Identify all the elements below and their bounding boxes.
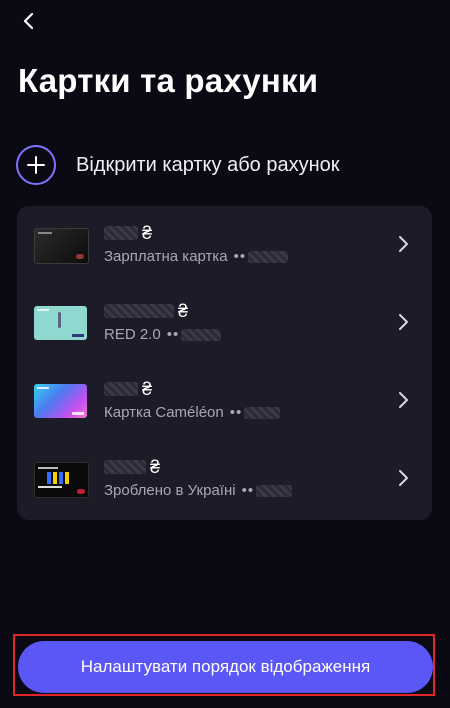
- currency-symbol: ₴: [150, 456, 161, 477]
- open-card-or-account-button[interactable]: Відкрити картку або рахунок: [16, 145, 340, 185]
- page-title: Картки та рахунки: [18, 62, 319, 99]
- currency-symbol: ₴: [142, 378, 153, 399]
- chevron-right-icon: [399, 236, 408, 252]
- currency-symbol: ₴: [142, 222, 153, 243]
- back-button[interactable]: [14, 6, 44, 36]
- card-name: Зарплатна картка: [104, 248, 228, 265]
- card-row-red[interactable]: ₴ RED 2.0 ••: [17, 288, 432, 358]
- hidden-amount: [104, 460, 146, 474]
- ukraine-card-thumbnail: [34, 462, 89, 498]
- card-name: Картка Caméléon: [104, 404, 224, 421]
- card-row-salary[interactable]: ₴ Зарплатна картка ••: [17, 210, 432, 280]
- plus-icon: [16, 145, 56, 185]
- chevron-right-icon: [399, 470, 408, 486]
- masked-number: ••: [233, 248, 247, 265]
- customize-order-button[interactable]: Налаштувати порядок відображення: [18, 641, 433, 693]
- card-row-made-in-ukraine[interactable]: ₴ Зроблено в Україні ••: [17, 444, 432, 514]
- card-name: RED 2.0: [104, 326, 161, 343]
- masked-number: ••: [241, 482, 255, 499]
- hidden-card-digits: [256, 484, 293, 497]
- hidden-card-digits: [248, 250, 289, 263]
- chevron-right-icon: [399, 392, 408, 408]
- chevron-right-icon: [399, 314, 408, 330]
- cards-list: ₴ Зарплатна картка •• ₴ RED 2.0 •• ₴ Кар…: [17, 206, 432, 520]
- masked-number: ••: [229, 404, 243, 421]
- hidden-amount: [104, 304, 174, 318]
- gradient-card-thumbnail: [34, 384, 87, 418]
- hidden-card-digits: [181, 328, 222, 341]
- hidden-amount: [104, 226, 138, 240]
- card-name: Зроблено в Україні: [104, 482, 236, 499]
- open-card-label: Відкрити картку або рахунок: [76, 153, 340, 176]
- black-card-thumbnail: [34, 228, 89, 264]
- mint-card-thumbnail: [34, 306, 87, 340]
- currency-symbol: ₴: [178, 300, 189, 321]
- hidden-amount: [104, 382, 138, 396]
- hidden-card-digits: [244, 406, 281, 419]
- card-row-chameleon[interactable]: ₴ Картка Caméléon ••: [17, 366, 432, 436]
- masked-number: ••: [166, 326, 180, 343]
- chevron-left-icon: [23, 12, 34, 30]
